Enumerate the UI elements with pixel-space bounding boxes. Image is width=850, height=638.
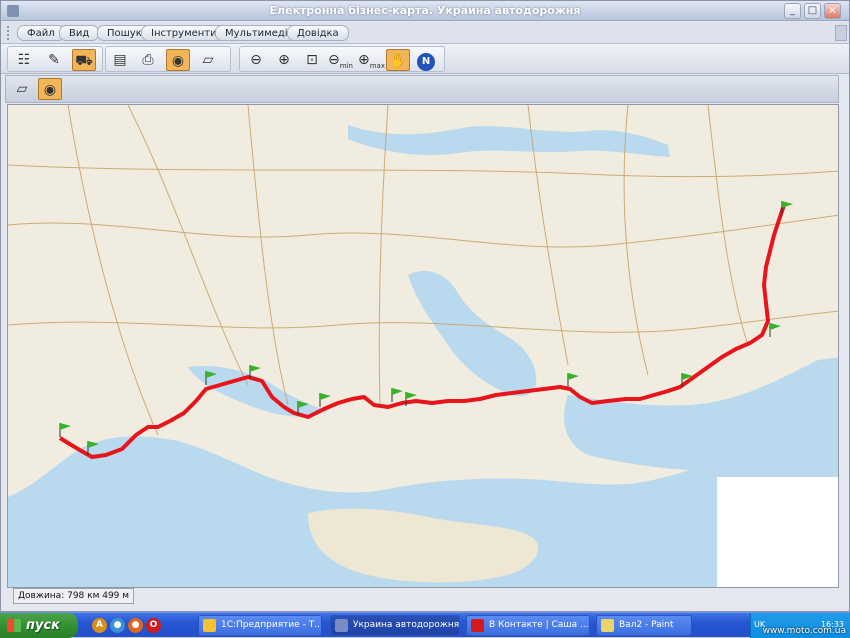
task-vkontakte-label: В Контакте | Саша ... — [489, 620, 589, 630]
1c-icon — [203, 619, 216, 632]
zoom-min-button[interactable]: ⊖min — [328, 49, 353, 71]
secondary-toolbar: ▱ ◉ — [5, 75, 839, 103]
windows-taskbar: пуск A ● ● O 1С:Предприятие - Т... Украи… — [0, 612, 850, 638]
menu-file[interactable]: Файл — [17, 25, 65, 41]
route-tool-icon[interactable]: ✎ — [42, 49, 66, 71]
blank-overlay — [717, 477, 838, 587]
window-title: Електронна бізнес-карта. Украина автодор… — [269, 4, 581, 17]
firefox-icon[interactable]: ● — [128, 618, 143, 633]
task-ukraine-map[interactable]: Украина автодорожня — [330, 615, 460, 636]
start-label: пуск — [26, 618, 60, 633]
task-ukraine-map-label: Украина автодорожня — [353, 620, 460, 630]
menu-view[interactable]: Вид — [59, 25, 100, 41]
zoom-region-icon[interactable]: ⊡ — [300, 49, 324, 71]
maximize-button[interactable]: □ — [804, 3, 821, 19]
zoom-out-icon[interactable]: ⊖ — [244, 49, 268, 71]
pan-hand-icon[interactable]: ✋ — [386, 49, 410, 71]
toolbar-group-view: ▤ ⎙ ◉ ▱ — [105, 46, 231, 72]
menu-bar: Файл Вид Пошук Інструменти Мультимедіа Д… — [1, 22, 849, 44]
north-arrow-button[interactable]: N — [414, 49, 438, 71]
title-bar[interactable]: Електронна бізнес-карта. Украина автодор… — [1, 1, 849, 21]
task-1c[interactable]: 1С:Предприятие - Т... — [198, 615, 322, 636]
layers-tree-icon[interactable]: ☷ — [12, 49, 36, 71]
toolbar-group-zoom: ⊖ ⊕ ⊡ ⊖min ⊕max ✋ N — [239, 46, 445, 72]
main-toolbar: ☷ ✎ ⛟ ▤ ⎙ ◉ ▱ ⊖ ⊕ ⊡ ⊖min ⊕max ✋ N — [1, 44, 849, 74]
task-paint[interactable]: Вал2 - Paint — [596, 615, 692, 636]
map-canvas[interactable] — [8, 105, 839, 588]
eraser-small-icon[interactable]: ▱ — [10, 78, 34, 100]
car-route-icon[interactable]: ⛟ — [72, 49, 96, 71]
start-button[interactable]: пуск — [0, 613, 78, 638]
app-window: Електронна бізнес-карта. Украина автодор… — [0, 0, 850, 612]
eraser-icon[interactable]: ▱ — [196, 49, 220, 71]
task-vkontakte[interactable]: В Контакте | Саша ... — [466, 615, 590, 636]
opera-small-icon — [471, 619, 484, 632]
zoom-in-icon[interactable]: ⊕ — [272, 49, 296, 71]
zoom-max-button[interactable]: ⊕max — [358, 49, 385, 71]
quicklaunch-icon[interactable]: A — [92, 618, 107, 633]
minimize-button[interactable]: _ — [784, 3, 801, 19]
eye-small-icon[interactable]: ◉ — [38, 78, 62, 100]
menu-help[interactable]: Довідка — [287, 25, 349, 41]
opera-icon[interactable]: O — [146, 618, 161, 633]
view-eye-icon[interactable]: ◉ — [166, 49, 190, 71]
route-length-label: Довжина: 798 км 499 м — [13, 588, 135, 604]
watermark: www.moto.com.ua — [762, 626, 846, 636]
menu-scroll-handle[interactable] — [835, 25, 847, 41]
windows-logo-icon — [7, 619, 21, 632]
map-view[interactable] — [7, 104, 839, 588]
window-icon[interactable]: ▤ — [108, 49, 132, 71]
menu-grip — [7, 26, 11, 40]
toolbar-group-layers: ☷ ✎ ⛟ — [7, 46, 103, 72]
task-paint-label: Вал2 - Paint — [619, 620, 674, 630]
paint-icon — [601, 619, 614, 632]
task-1c-label: 1С:Предприятие - Т... — [221, 620, 322, 630]
north-label: N — [417, 53, 435, 71]
chrome-icon[interactable]: ● — [110, 618, 125, 633]
map-app-icon — [335, 619, 348, 632]
print-icon[interactable]: ⎙ — [136, 49, 160, 71]
menu-tools[interactable]: Інструменти — [141, 25, 227, 41]
close-button[interactable]: × — [824, 3, 841, 19]
